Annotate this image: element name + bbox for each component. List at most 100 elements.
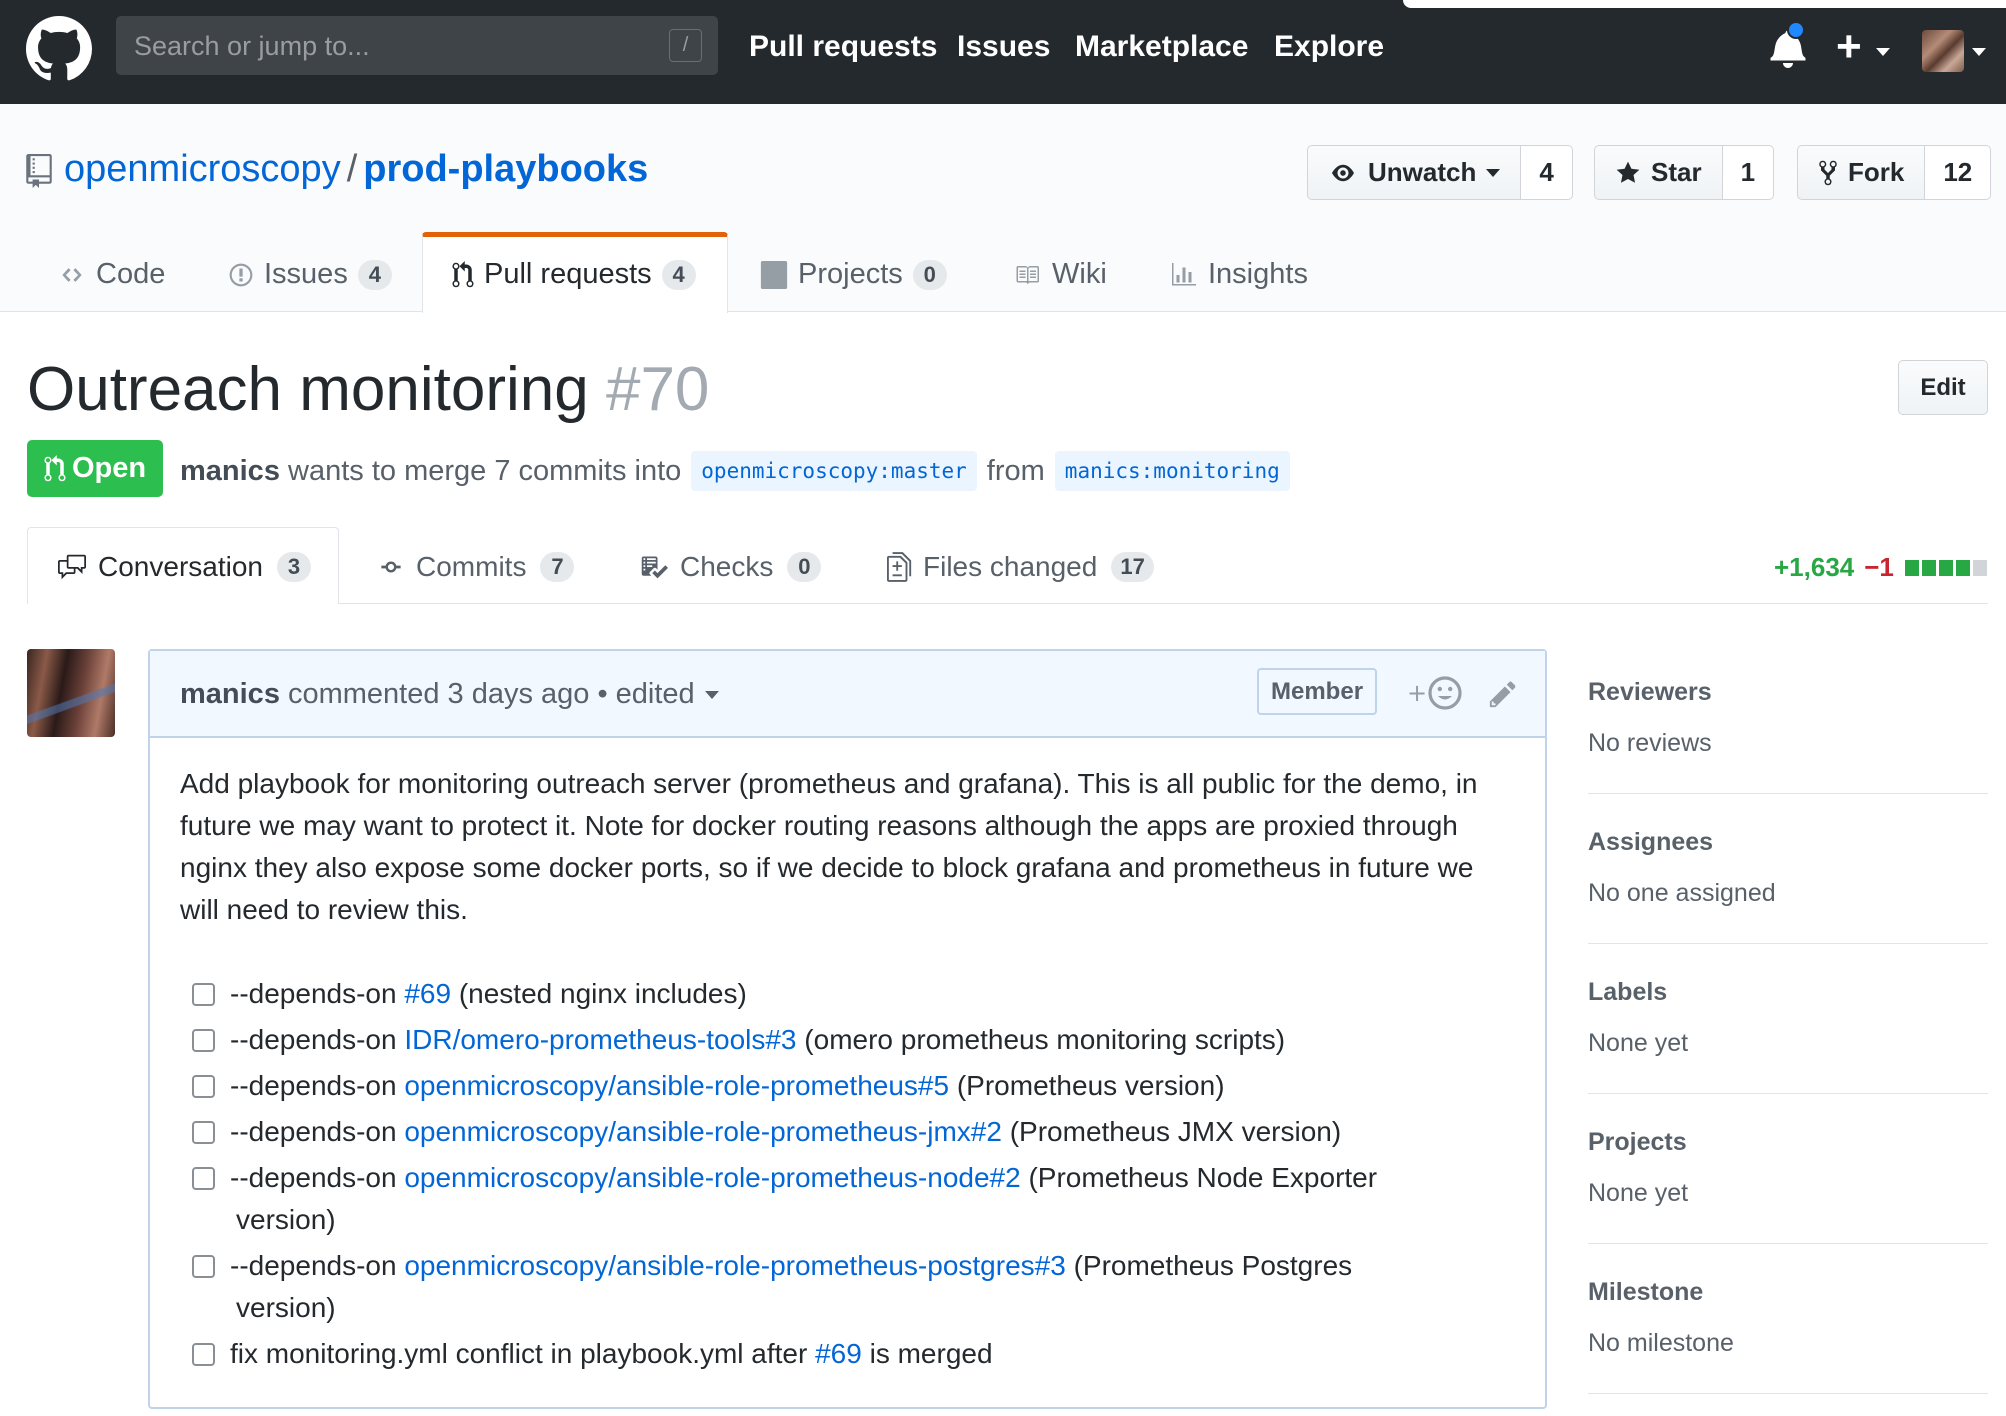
checks-count-badge: 0	[787, 552, 822, 582]
sidebar-projects-title[interactable]: Projects	[1588, 1128, 1988, 1157]
from-text: from	[986, 454, 1045, 487]
tab-checks[interactable]: Checks 0	[638, 551, 822, 583]
tab-wiki[interactable]: Wiki	[1012, 258, 1107, 291]
add-reaction-icon[interactable]: +	[1407, 675, 1463, 711]
pull-request-icon	[44, 454, 66, 481]
comment-author-link[interactable]: manics	[180, 678, 280, 711]
pencil-icon[interactable]	[1488, 679, 1518, 709]
pr-title: Outreach monitoring #70	[27, 354, 709, 425]
task-checkbox[interactable]	[192, 1121, 215, 1144]
task-link[interactable]: openmicroscopy/ansible-role-prometheus-j…	[404, 1116, 1002, 1147]
task-link[interactable]: #69	[404, 978, 451, 1009]
chevron-down-icon	[1486, 168, 1501, 177]
fork-button[interactable]: Fork	[1797, 145, 1926, 200]
task-continuation: version)	[236, 1204, 336, 1235]
tab-issues[interactable]: Issues 4	[228, 258, 392, 291]
issue-icon	[229, 263, 253, 286]
task-link[interactable]: openmicroscopy/ansible-role-prometheus-n…	[404, 1162, 1020, 1193]
task-link[interactable]: openmicroscopy/ansible-role-prometheus#5	[404, 1070, 949, 1101]
watchers-count[interactable]: 4	[1521, 145, 1573, 200]
user-avatar[interactable]	[1922, 30, 1964, 72]
project-icon	[760, 260, 788, 289]
task-item: --depends-on openmicroscopy/ansible-role…	[192, 1245, 1512, 1329]
nav-explore[interactable]: Explore	[1274, 30, 1384, 64]
tab-checks-label: Checks	[680, 551, 774, 582]
nav-marketplace[interactable]: Marketplace	[1075, 30, 1248, 64]
tab-code[interactable]: Code	[58, 258, 165, 291]
svg-text:+: +	[1407, 679, 1427, 707]
head-branch[interactable]: manics:monitoring	[1054, 451, 1290, 491]
status-badge: Open	[27, 440, 163, 497]
comment-action[interactable]: commented 3 days ago • edited	[288, 678, 695, 711]
sidebar-milestone-title[interactable]: Milestone	[1588, 1278, 1988, 1307]
forks-count[interactable]: 12	[1925, 145, 1992, 200]
nav-issues[interactable]: Issues	[957, 30, 1050, 64]
unwatch-button[interactable]: Unwatch	[1307, 145, 1522, 200]
author-avatar[interactable]	[27, 649, 115, 737]
task-item: --depends-on IDR/omero-prometheus-tools#…	[192, 1019, 1512, 1061]
tab-insights[interactable]: Insights	[1170, 258, 1308, 291]
task-link[interactable]: #69	[815, 1338, 862, 1369]
create-new-icon[interactable]: +	[1836, 22, 1862, 72]
stargazers-count[interactable]: 1	[1722, 145, 1775, 200]
task-checkbox[interactable]	[192, 983, 215, 1006]
tab-code-label: Code	[96, 258, 166, 290]
star-button[interactable]: Star	[1594, 145, 1723, 200]
task-prefix: --depends-on	[230, 1070, 405, 1101]
tab-commits-label: Commits	[416, 551, 527, 582]
tab-pull-requests[interactable]: Pull requests 4	[452, 258, 696, 291]
repo-owner-link[interactable]: openmicroscopy	[64, 148, 341, 190]
task-checkbox[interactable]	[192, 1029, 215, 1052]
pr-title-text: Outreach monitoring	[27, 355, 589, 424]
sidebar-reviewers-title[interactable]: Reviewers	[1588, 678, 1988, 707]
tab-conversation[interactable]: Conversation 3	[56, 551, 311, 583]
nav-pull-requests[interactable]: Pull requests	[749, 30, 937, 64]
task-suffix: (Prometheus JMX version)	[1001, 1116, 1342, 1147]
github-logo-icon[interactable]	[26, 16, 92, 82]
fork-label: Fork	[1848, 157, 1905, 187]
repo-icon	[26, 154, 52, 188]
sidebar-assignees-title[interactable]: Assignees	[1588, 828, 1988, 857]
comment-header: manics commented 3 days ago • edited Mem…	[150, 651, 1545, 738]
task-checkbox[interactable]	[192, 1343, 215, 1366]
pull-request-icon	[452, 260, 474, 287]
task-checkbox[interactable]	[192, 1167, 215, 1190]
tab-insights-label: Insights	[1208, 258, 1308, 290]
files-count-badge: 17	[1111, 552, 1154, 582]
task-checkbox[interactable]	[192, 1075, 215, 1098]
fork-button-group: Fork 12	[1797, 145, 1992, 200]
tab-pull-requests-label: Pull requests	[484, 258, 652, 290]
deletions-count: −1	[1864, 552, 1894, 582]
task-checkbox[interactable]	[192, 1255, 215, 1278]
task-suffix: (Prometheus Node Exporter	[1020, 1162, 1378, 1193]
task-link[interactable]: openmicroscopy/ansible-role-prometheus-p…	[404, 1250, 1065, 1281]
fork-icon	[1819, 160, 1837, 185]
task-suffix: (Prometheus Postgres	[1065, 1250, 1353, 1281]
pr-number: #70	[605, 355, 710, 424]
code-icon	[62, 267, 82, 282]
sidebar-labels-title[interactable]: Labels	[1588, 978, 1988, 1007]
pulls-count-badge: 4	[661, 259, 696, 290]
sidebar-reviewers-value: No reviews	[1588, 729, 1712, 757]
sidebar-divider	[1588, 1093, 1988, 1094]
tab-projects[interactable]: Projects 0	[760, 258, 947, 291]
tab-commits[interactable]: Commits 7	[376, 551, 575, 583]
search-input[interactable]: Search or jump to... /	[116, 16, 718, 75]
edit-button[interactable]: Edit	[1898, 360, 1988, 415]
diffstat-block	[1938, 559, 1953, 576]
tab-files-changed[interactable]: Files changed 17	[887, 551, 1154, 583]
base-branch[interactable]: openmicroscopy:master	[691, 451, 977, 491]
task-continuation: version)	[236, 1292, 336, 1323]
unwatch-label: Unwatch	[1368, 157, 1477, 187]
search-placeholder: Search or jump to...	[134, 31, 370, 61]
repo-name-link[interactable]: prod-playbooks	[363, 148, 648, 190]
pr-author-link[interactable]: manics	[180, 455, 280, 488]
sidebar-divider	[1588, 793, 1988, 794]
search-shortcut-key: /	[669, 29, 702, 62]
conversation-count-badge: 3	[276, 552, 311, 582]
sidebar-labels-value: None yet	[1588, 1029, 1689, 1057]
star-icon	[1616, 161, 1640, 183]
task-suffix: (Prometheus version)	[949, 1070, 1225, 1101]
task-link[interactable]: IDR/omero-prometheus-tools#3	[404, 1024, 796, 1055]
commits-count-badge: 7	[540, 552, 575, 582]
